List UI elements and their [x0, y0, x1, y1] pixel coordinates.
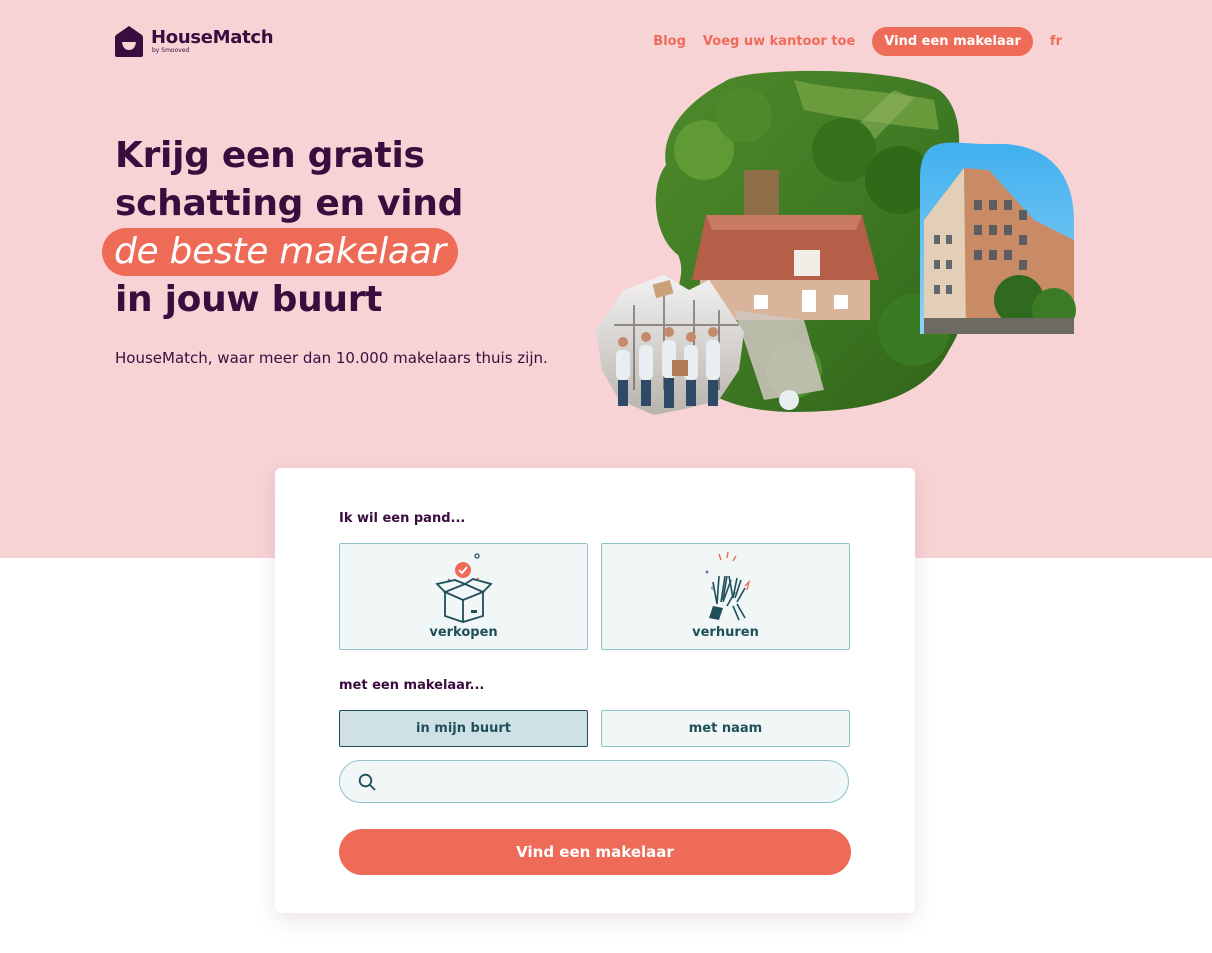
agent-search-label: met een makelaar... — [339, 678, 485, 693]
option-rent-label: verhuren — [692, 625, 759, 640]
high-five-icon — [705, 552, 750, 621]
nav-add-office-link[interactable]: Voeg uw kantoor toe — [703, 34, 855, 49]
logo[interactable]: HouseMatch by Smooved — [114, 24, 274, 58]
option-sell-label: verkopen — [429, 625, 498, 640]
logo-name: HouseMatch — [151, 26, 274, 48]
hero-headline: Krijg een gratis schatting en vind de be… — [102, 132, 575, 324]
search-card: Ik wil een pand... verkopen verhuren met… — [275, 468, 915, 913]
toggle-near-me[interactable]: in mijn buurt — [339, 710, 588, 747]
top-nav: Blog Voeg uw kantoor toe Vind een makela… — [636, 27, 1062, 56]
apartment-building-photo — [920, 142, 1076, 334]
nav-find-agent-button[interactable]: Vind een makelaar — [872, 27, 1033, 56]
hero-tagline: HouseMatch, waar meer dan 10.000 makelaa… — [115, 349, 548, 367]
toggle-by-name[interactable]: met naam — [601, 710, 850, 747]
open-box-icon — [434, 553, 493, 623]
headline-line-2: schatting en vind — [115, 183, 464, 224]
option-rent-button[interactable]: verhuren — [601, 543, 850, 650]
headline-line-1: Krijg een gratis — [115, 135, 425, 176]
property-intent-label: Ik wil een pand... — [339, 511, 466, 526]
language-switch-link[interactable]: fr — [1050, 34, 1062, 49]
option-sell-button[interactable]: verkopen — [339, 543, 588, 650]
nav-blog-link[interactable]: Blog — [653, 34, 686, 49]
location-search-input[interactable] — [386, 761, 836, 802]
headline-line-4: in jouw buurt — [115, 279, 383, 320]
logo-house-icon — [115, 25, 143, 57]
hero-photo-collage — [596, 70, 1076, 415]
logo-subtitle: by Smooved — [152, 46, 190, 54]
headline-highlight: de beste makelaar — [102, 228, 458, 276]
search-icon — [358, 773, 376, 791]
find-agent-submit-button[interactable]: Vind een makelaar — [339, 829, 851, 875]
location-search-field[interactable] — [339, 760, 849, 803]
